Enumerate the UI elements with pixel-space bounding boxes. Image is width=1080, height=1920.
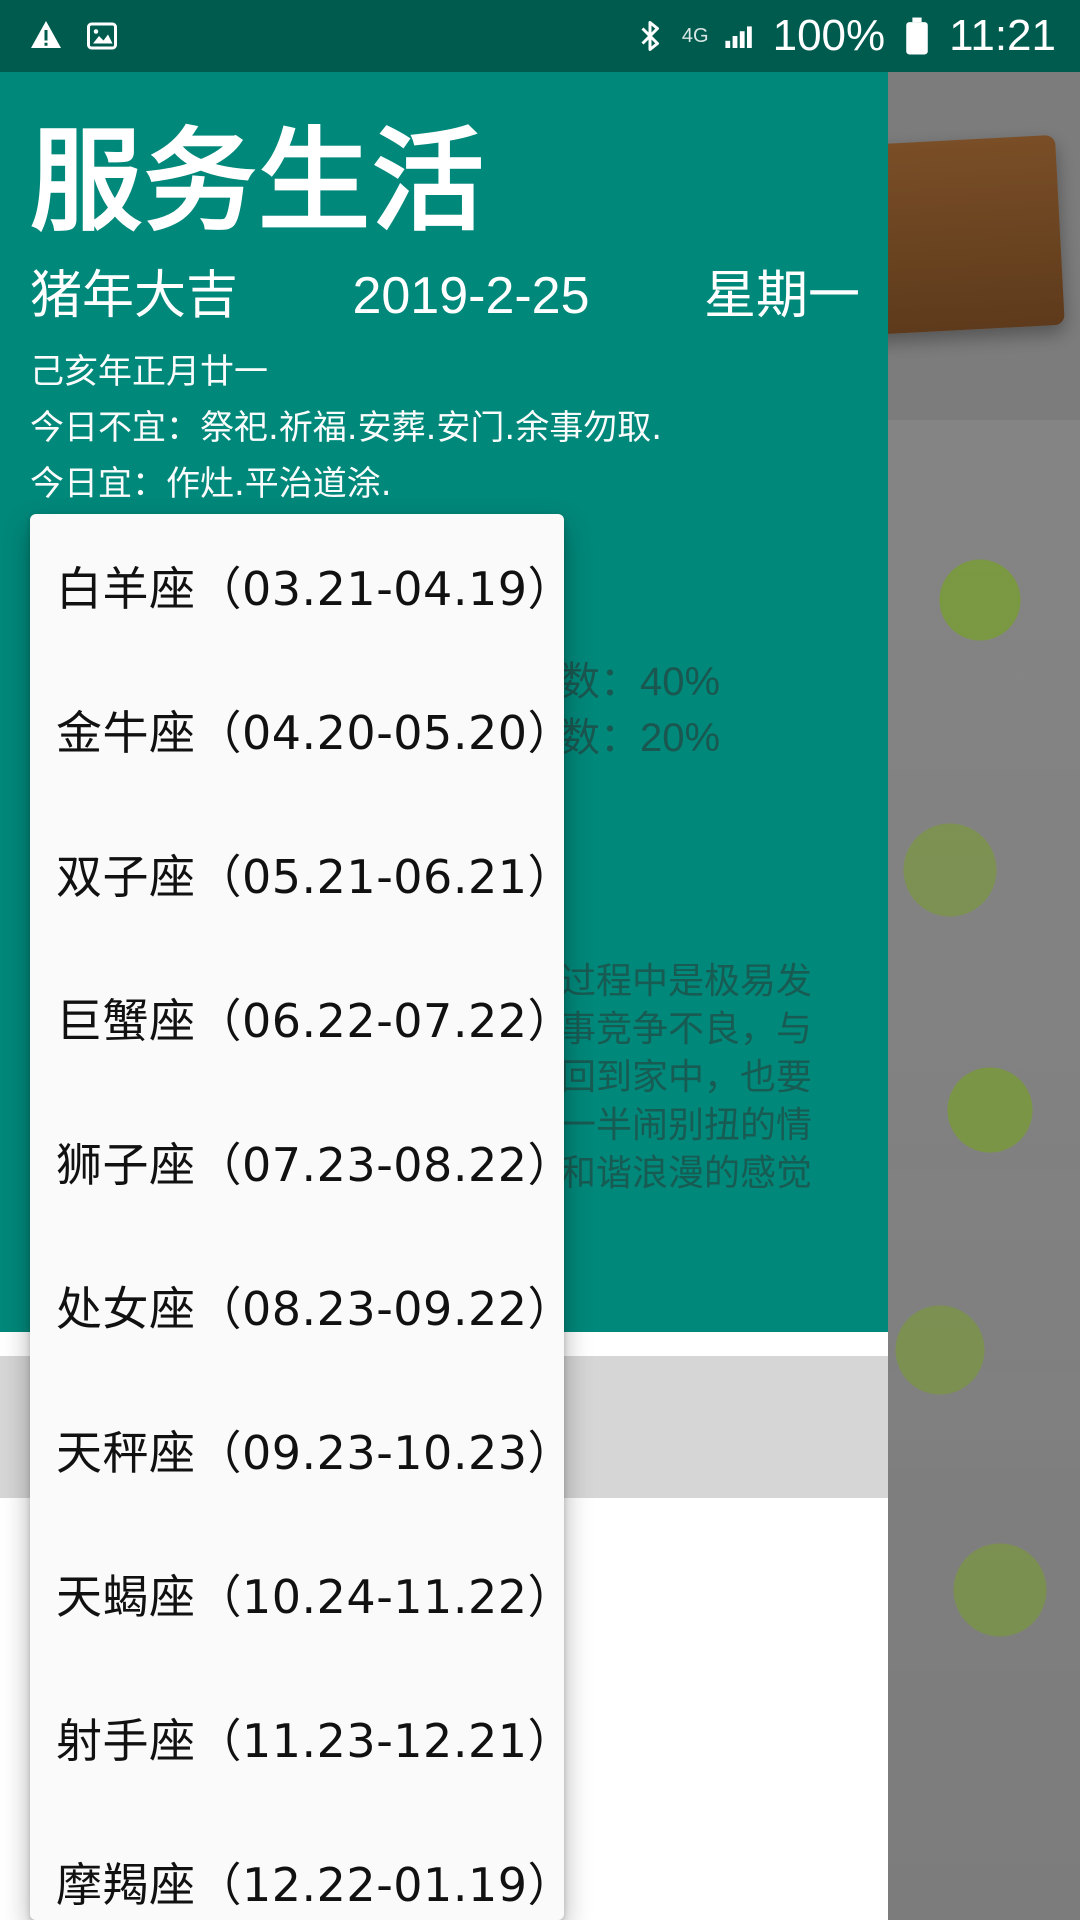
zodiac-option-scorpio[interactable]: 天蝎座（10.24-11.22） <box>30 1522 564 1666</box>
zodiac-option-gemini[interactable]: 双子座（05.21-06.21） <box>30 802 564 946</box>
luck-index-1: 数：40% <box>560 660 721 704</box>
today-suitable: 今日宜：作灶.平治道涂. <box>30 464 392 504</box>
year-blessing: 猪年大吉 <box>30 266 239 326</box>
zodiac-option-aries[interactable]: 白羊座（03.21-04.19） <box>30 514 564 658</box>
lunar-date: 己亥年正月廿一 <box>30 352 268 392</box>
vine-leaves-image <box>880 420 1080 1920</box>
battery-icon <box>899 17 935 55</box>
zodiac-dropdown[interactable]: 白羊座（03.21-04.19） 金牛座（04.20-05.20） 双子座（05… <box>30 514 564 1920</box>
status-bar: 4G 100% 11:21 <box>0 0 1080 72</box>
page-title: 服务生活 <box>30 117 486 247</box>
date: 2019-2-25 <box>352 267 590 325</box>
zodiac-option-cancer[interactable]: 巨蟹座（06.22-07.22） <box>30 946 564 1090</box>
zodiac-option-libra[interactable]: 天秤座（09.23-10.23） <box>30 1378 564 1522</box>
zodiac-option-capricorn[interactable]: 摩羯座（12.22-01.19） <box>30 1810 564 1920</box>
today-avoid: 今日不宜：祭祀.祈福.安葬.安门.余事勿取. <box>30 408 663 448</box>
time: 11:21 <box>949 11 1056 60</box>
horoscope-description: 过程中是极易发 事竞争不良，与 回到家中，也要 一半闹别扭的情 和谐浪漫的感觉 <box>560 961 813 1194</box>
status-left-icons <box>28 18 120 54</box>
warning-icon <box>28 18 64 54</box>
signal-icon <box>723 18 759 54</box>
network-label: 4G <box>681 25 709 47</box>
luck-index-2: 数：20% <box>560 716 721 760</box>
weekday: 星期一 <box>703 266 860 326</box>
battery-percent: 100% <box>772 11 886 60</box>
date-row: 猪年大吉 2019-2-25 星期一 <box>30 266 860 326</box>
zodiac-option-leo[interactable]: 狮子座（07.23-08.22） <box>30 1090 564 1234</box>
zodiac-option-taurus[interactable]: 金牛座（04.20-05.20） <box>30 658 564 802</box>
status-right: 4G 100% 11:21 <box>632 10 1056 62</box>
zodiac-option-virgo[interactable]: 处女座（08.23-09.22） <box>30 1234 564 1378</box>
image-icon <box>84 18 120 54</box>
bluetooth-icon <box>632 18 668 54</box>
zodiac-option-sagittarius[interactable]: 射手座（11.23-12.21） <box>30 1666 564 1810</box>
